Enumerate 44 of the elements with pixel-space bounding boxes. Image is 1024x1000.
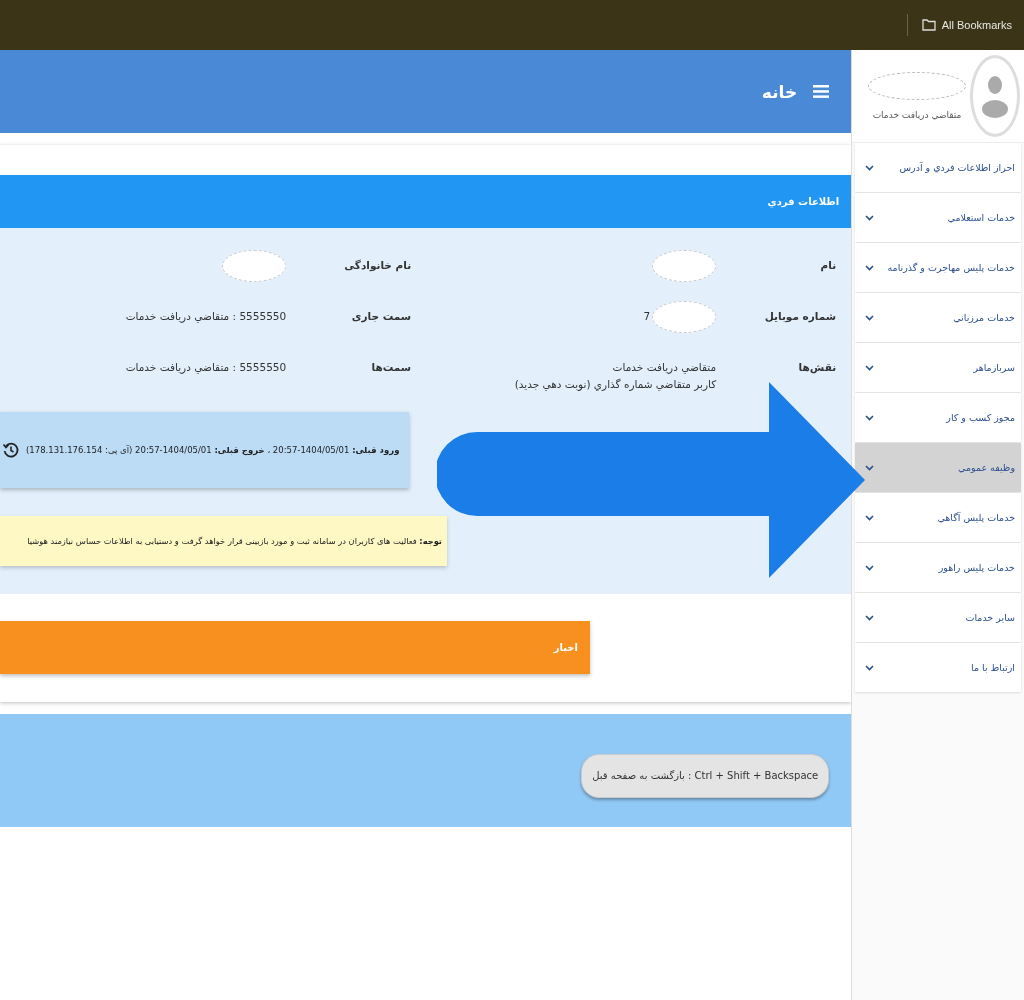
page-title: خانه (761, 81, 798, 102)
chevron-down-icon (865, 464, 875, 471)
chevron-down-icon (865, 414, 875, 421)
sidebar-item[interactable]: وظيفه عمومي (855, 443, 1021, 492)
field-label: نام (819, 258, 838, 274)
field-label: نام خانوادگی (343, 258, 413, 274)
field-value: 5555550 : متقاضي دريافت خدمات (124, 310, 287, 322)
notice-text: توجه: فعالیت های کاربران در سامانه ثبت و مورد بازبینی قرار خواهد گرفت و دستیابی به اطلاعات حساس نیازمند هوشیا (27, 536, 442, 546)
field-label: نقش‌ها (797, 360, 838, 376)
chevron-down-icon (865, 264, 875, 271)
sidebar-item[interactable]: خدمات پليس مهاجرت و گذرنامه (855, 243, 1021, 292)
last-login-text: ورود قبلی: 1404/05/01-20:57 ، خروج قبلی: 1404/05/01-20:57 (آی پی: 178.131.176.154) (26, 445, 400, 455)
all-bookmarks-link[interactable]: All Bookmarks (941, 19, 1012, 31)
sidebar-item[interactable]: ساير خدمات (855, 593, 1021, 642)
chevron-down-icon (865, 314, 875, 321)
chevron-down-icon (865, 364, 875, 371)
chevron-down-icon (865, 164, 875, 171)
chevron-down-icon (865, 564, 875, 571)
sidebar-item[interactable]: خدمات پليس آگاهي (855, 493, 1021, 542)
chevron-down-icon (865, 614, 875, 621)
chevron-down-icon (865, 214, 875, 221)
sidebar-item[interactable]: احراز اطلاعات فردي و آدرس (855, 143, 1021, 192)
field-value: 5555550 : متقاضي دريافت خدمات (124, 361, 287, 373)
section-title: اطلاعات فردي (767, 196, 840, 207)
sidebar-item[interactable]: ارتباط با ما (855, 643, 1021, 692)
field-value: 7 (642, 310, 652, 322)
chevron-down-icon (865, 514, 875, 521)
news-title: اخبار (553, 642, 578, 653)
sidebar-item[interactable]: خدمات استعلامي (855, 193, 1021, 242)
field-label: سمت جاری (350, 309, 413, 325)
user-role: متقاضي دريافت خدمات (872, 110, 962, 120)
sidebar-item[interactable]: خدمات پليس راهور (855, 543, 1021, 592)
sidebar-item[interactable]: خدمات مرزباني (855, 293, 1021, 342)
sidebar-item[interactable]: سربازماهر (855, 343, 1021, 392)
field-value: متقاضي دريافت خدمات (611, 361, 717, 373)
back-shortcut-button[interactable]: Ctrl + Shift + Backspace : بازگشت به صفحه قبل (581, 753, 830, 798)
chevron-down-icon (865, 664, 875, 671)
field-value: کاربر متقاضي شماره گذاري (نوبت دهي جديد) (513, 378, 717, 390)
menu-icon[interactable] (813, 84, 830, 99)
field-label: سمت‌ها (370, 360, 413, 375)
field-label: شماره موبایل (763, 309, 838, 325)
history-icon (2, 441, 20, 459)
folder-icon (921, 19, 936, 31)
sidebar-item[interactable]: مجوز کسب و کار (855, 393, 1021, 442)
